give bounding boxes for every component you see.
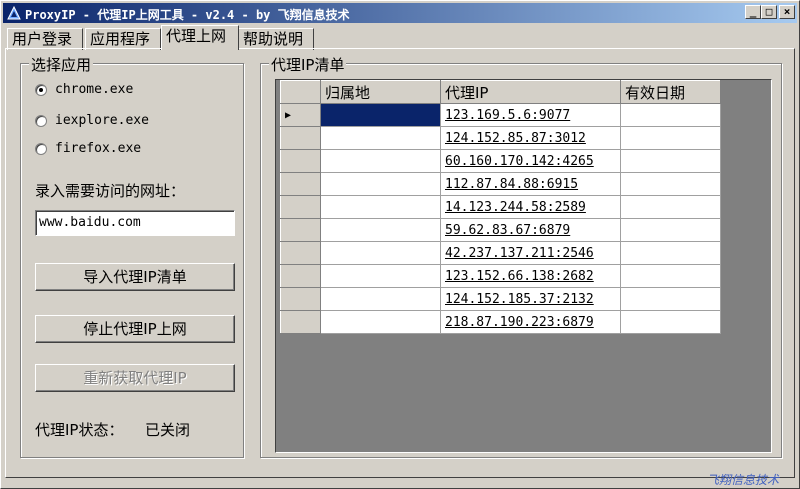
- maximize-button[interactable]: □: [761, 5, 777, 19]
- table-row[interactable]: 218.87.190.223:6879: [280, 310, 721, 334]
- table-row[interactable]: 59.62.83.67:6879: [280, 218, 721, 242]
- tab-proxy-browsing[interactable]: 代理上网: [161, 25, 239, 50]
- cell-expiry[interactable]: [620, 149, 721, 173]
- cell-proxy-ip[interactable]: 123.169.5.6:9077: [440, 103, 621, 127]
- title-bar[interactable]: ProxyIP - 代理IP上网工具 - v2.4 - by 飞翔信息技术 _ …: [3, 3, 797, 23]
- cell-location[interactable]: [320, 310, 441, 334]
- cell-location[interactable]: [320, 103, 441, 127]
- current-row-indicator[interactable]: ▶: [280, 103, 321, 127]
- refresh-proxy-button[interactable]: 重新获取代理IP: [35, 364, 235, 392]
- cell-location[interactable]: [320, 241, 441, 265]
- cell-proxy-ip[interactable]: 124.152.185.37:2132: [440, 287, 621, 311]
- cell-proxy-ip[interactable]: 124.152.85.87:3012: [440, 126, 621, 150]
- cell-expiry[interactable]: [620, 103, 721, 127]
- cell-expiry[interactable]: [620, 195, 721, 219]
- row-header[interactable]: [280, 126, 321, 150]
- watermark-text: 飞翔信息技术: [707, 473, 780, 487]
- proxy-table-body: ▶ 123.169.5.6:9077 124.152.85.87:3012 60…: [280, 103, 721, 334]
- cell-proxy-ip[interactable]: 218.87.190.223:6879: [440, 310, 621, 334]
- close-button[interactable]: ×: [779, 5, 795, 19]
- cell-location[interactable]: [320, 195, 441, 219]
- row-header[interactable]: [280, 287, 321, 311]
- cell-location[interactable]: [320, 126, 441, 150]
- import-proxy-list-button[interactable]: 导入代理IP清单: [35, 263, 235, 291]
- table-row[interactable]: 42.237.137.211:2546: [280, 241, 721, 265]
- window-title: ProxyIP - 代理IP上网工具 - v2.4 - by 飞翔信息技术: [25, 8, 350, 22]
- stop-proxy-button[interactable]: 停止代理IP上网: [35, 315, 235, 343]
- radio-chrome-dot[interactable]: [35, 84, 47, 96]
- main-window: ProxyIP - 代理IP上网工具 - v2.4 - by 飞翔信息技术 _ …: [0, 0, 800, 489]
- cell-proxy-ip[interactable]: 123.152.66.138:2682: [440, 264, 621, 288]
- cell-expiry[interactable]: [620, 264, 721, 288]
- proxy-table: 归属地 代理IP 有效日期 ▶ 123.169.5.6:9077 124.152…: [280, 80, 721, 334]
- cell-expiry[interactable]: [620, 172, 721, 196]
- cell-proxy-ip[interactable]: 14.123.244.58:2589: [440, 195, 621, 219]
- minimize-button[interactable]: _: [745, 5, 761, 19]
- row-header[interactable]: [280, 195, 321, 219]
- radio-iexplore-dot[interactable]: [35, 115, 47, 127]
- app-select-group: 选择应用 chrome.exe iexplore.exe firefox.exe…: [20, 54, 244, 458]
- row-header[interactable]: [280, 241, 321, 265]
- proxy-status-label: 代理IP状态：: [35, 421, 124, 439]
- radio-iexplore-label: iexplore.exe: [55, 113, 149, 128]
- cell-location[interactable]: [320, 287, 441, 311]
- cell-expiry[interactable]: [620, 218, 721, 242]
- proxy-status-value: 已关闭: [145, 421, 191, 439]
- row-header[interactable]: [280, 149, 321, 173]
- table-row[interactable]: ▶ 123.169.5.6:9077: [280, 103, 721, 127]
- cell-proxy-ip[interactable]: 112.87.84.88:6915: [440, 172, 621, 196]
- row-header-corner: [280, 80, 321, 104]
- radio-chrome-label: chrome.exe: [55, 82, 134, 97]
- row-header[interactable]: [280, 218, 321, 242]
- url-label: 录入需要访问的网址：: [35, 182, 186, 200]
- cell-location[interactable]: [320, 149, 441, 173]
- row-header[interactable]: [280, 310, 321, 334]
- table-row[interactable]: 14.123.244.58:2589: [280, 195, 721, 219]
- cell-proxy-ip[interactable]: 60.160.170.142:4265: [440, 149, 621, 173]
- tab-applications[interactable]: 应用程序: [85, 28, 161, 50]
- cell-location[interactable]: [320, 218, 441, 242]
- table-row[interactable]: 60.160.170.142:4265: [280, 149, 721, 173]
- cell-proxy-ip[interactable]: 42.237.137.211:2546: [440, 241, 621, 265]
- tab-user-login[interactable]: 用户登录: [7, 28, 83, 50]
- table-row[interactable]: 112.87.84.88:6915: [280, 172, 721, 196]
- radio-firefox-dot[interactable]: [35, 143, 47, 155]
- row-header[interactable]: [280, 172, 321, 196]
- cell-expiry[interactable]: [620, 287, 721, 311]
- app-icon: [6, 5, 22, 21]
- tab-help[interactable]: 帮助说明: [238, 28, 314, 50]
- app-select-legend: 选择应用: [29, 54, 94, 75]
- cell-proxy-ip[interactable]: 59.62.83.67:6879: [440, 218, 621, 242]
- table-row[interactable]: 123.152.66.138:2682: [280, 264, 721, 288]
- column-header-expiry[interactable]: 有效日期: [620, 80, 721, 104]
- row-header[interactable]: [280, 264, 321, 288]
- proxy-grid[interactable]: 归属地 代理IP 有效日期 ▶ 123.169.5.6:9077 124.152…: [275, 79, 772, 453]
- radio-firefox-label: firefox.exe: [55, 141, 142, 156]
- column-header-location[interactable]: 归属地: [320, 80, 441, 104]
- table-row[interactable]: 124.152.185.37:2132: [280, 287, 721, 311]
- table-header-row: 归属地 代理IP 有效日期: [280, 80, 721, 104]
- table-row[interactable]: 124.152.85.87:3012: [280, 126, 721, 150]
- url-input[interactable]: www.baidu.com: [35, 210, 235, 236]
- column-header-proxy-ip[interactable]: 代理IP: [440, 80, 621, 104]
- cell-location[interactable]: [320, 264, 441, 288]
- cell-location[interactable]: [320, 172, 441, 196]
- proxy-list-legend: 代理IP清单: [269, 54, 347, 75]
- cell-expiry[interactable]: [620, 241, 721, 265]
- cell-expiry[interactable]: [620, 126, 721, 150]
- cell-expiry[interactable]: [620, 310, 721, 334]
